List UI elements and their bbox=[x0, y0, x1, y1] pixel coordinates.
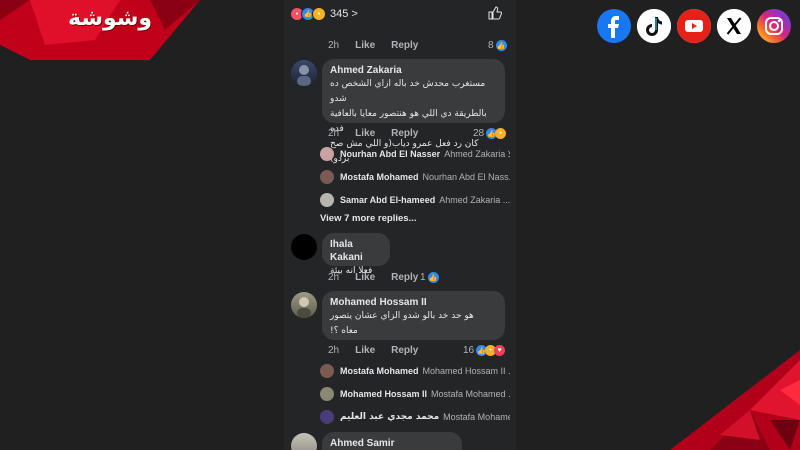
avatar bbox=[320, 170, 334, 184]
like-reaction-icon: 👍 bbox=[427, 272, 439, 283]
haha-reaction-icon: • bbox=[312, 7, 326, 21]
comment-author[interactable]: Ahmed Samir bbox=[330, 437, 454, 450]
reply-text: Mostafa Mohamed ... bbox=[431, 389, 510, 399]
avatar[interactable] bbox=[291, 60, 317, 86]
like-thumb-icon[interactable] bbox=[488, 6, 503, 25]
x-icon[interactable] bbox=[717, 9, 751, 43]
comment-time: 2h bbox=[328, 128, 340, 139]
avatar[interactable] bbox=[291, 433, 317, 450]
comment-author[interactable]: Ahmed Zakaria bbox=[330, 64, 497, 77]
comment-actions: 2h Like Reply bbox=[328, 345, 434, 356]
reply-button[interactable]: Reply bbox=[391, 345, 418, 356]
reply-button[interactable]: Reply bbox=[391, 272, 418, 283]
like-button[interactable]: Like bbox=[355, 272, 375, 283]
love-reaction-icon: ♥ bbox=[494, 345, 506, 356]
site-logo: وشوشة bbox=[68, 6, 153, 31]
reply-text: Nourhan Abd El Nass... bbox=[422, 172, 510, 182]
reply-author: Nourhan Abd El Nasser bbox=[340, 149, 441, 159]
post-reactions-bar: • 👍 • 345 > bbox=[284, 0, 516, 28]
comment-time: 2h bbox=[328, 272, 340, 283]
reply-author: Mostafa Mohamed bbox=[340, 366, 419, 376]
comment-actions: 2h Like Reply bbox=[328, 128, 434, 139]
facebook-icon[interactable] bbox=[597, 9, 631, 43]
instagram-icon[interactable] bbox=[757, 9, 791, 43]
reply-preview[interactable]: محمد مجدي عبد العليم Mostafa Mohamed ايو… bbox=[320, 410, 510, 424]
reply-author: Mohamed Hossam II bbox=[340, 389, 428, 399]
reaction-summary[interactable]: • 👍 • 345 > bbox=[290, 7, 358, 21]
reply-text: Mohamed Hossam II ... bbox=[422, 366, 510, 376]
facebook-comments-panel: • 👍 • 345 > 2h Like Reply 8 👍 Ahmed Zaka… bbox=[284, 0, 516, 450]
red-mosaic-decoration bbox=[670, 350, 800, 450]
youtube-icon[interactable] bbox=[677, 9, 711, 43]
reply-preview[interactable]: Mostafa Mohamed Mohamed Hossam II ... bbox=[320, 364, 510, 378]
avatar[interactable] bbox=[291, 234, 317, 260]
reaction-count: 345 bbox=[330, 8, 349, 20]
comment-text-line: هو حد خد بالو شدو الزاي عشان يتصور bbox=[330, 311, 474, 321]
avatar bbox=[320, 147, 334, 161]
reply-author: محمد مجدي عبد العليم bbox=[340, 412, 440, 422]
like-button[interactable]: Like bbox=[355, 40, 375, 51]
reply-preview[interactable]: Samar Abd El-hameed Ahmed Zakaria ... bbox=[320, 193, 510, 207]
reply-text: Ahmed Zakaria لا... bbox=[444, 148, 510, 159]
avatar bbox=[320, 387, 334, 401]
chevron-right-icon: > bbox=[351, 8, 358, 20]
comment-bubble: Ahmed Zakaria مستغرب محدش خد باله ازاي ا… bbox=[322, 59, 505, 164]
view-more-replies-link[interactable]: View 7 more replies... bbox=[320, 213, 416, 224]
reply-preview[interactable]: Nourhan Abd El Nasser Ahmed Zakaria لا..… bbox=[320, 147, 510, 161]
comment-actions: 2h Like Reply bbox=[328, 272, 434, 283]
comment-time: 2h bbox=[328, 345, 340, 356]
reply-author: Samar Abd El-hameed bbox=[340, 195, 436, 205]
comment-bubble: Ihala Kakani فعلا انه بيئة bbox=[322, 233, 390, 276]
reply-author: Mostafa Mohamed bbox=[340, 172, 419, 182]
reply-text: Mostafa Mohamed ايو... bbox=[443, 411, 510, 422]
comment-text-line: مستغرب محدش خد باله ازاي الشخص ده شدو bbox=[330, 79, 486, 104]
haha-reaction-icon: • bbox=[495, 128, 507, 139]
avatar bbox=[320, 193, 334, 207]
like-button[interactable]: Like bbox=[355, 128, 375, 139]
reply-button[interactable]: Reply bbox=[391, 128, 418, 139]
comment-actions: 2h Like Reply bbox=[328, 40, 434, 51]
reply-text: Ahmed Zakaria ... bbox=[439, 195, 510, 205]
tiktok-icon[interactable] bbox=[637, 9, 671, 43]
comment-like-count: 1 👍 bbox=[420, 272, 439, 283]
reply-preview[interactable]: Mostafa Mohamed Nourhan Abd El Nass... bbox=[320, 170, 510, 184]
reply-button[interactable]: Reply bbox=[391, 40, 418, 51]
comment-bubble: Ahmed Samir bbox=[322, 432, 462, 450]
avatar bbox=[320, 364, 334, 378]
comment-author[interactable]: Ihala Kakani bbox=[330, 238, 382, 264]
comment-time: 2h bbox=[328, 40, 340, 51]
comment-text-line: معاه ؟! bbox=[330, 326, 358, 336]
avatar bbox=[320, 410, 334, 424]
comment-bubble: Mohamed Hossam II هو حد خد بالو شدو الزا… bbox=[322, 291, 505, 340]
avatar[interactable] bbox=[291, 292, 317, 318]
comment-author[interactable]: Mohamed Hossam II bbox=[330, 296, 497, 309]
like-button[interactable]: Like bbox=[355, 345, 375, 356]
reply-preview[interactable]: Mohamed Hossam II Mostafa Mohamed ... bbox=[320, 387, 510, 401]
comment-like-count: 28 👍 • bbox=[473, 128, 507, 139]
comment-like-count: 8 👍 bbox=[488, 40, 507, 51]
comment-like-count: 16 👍 • ♥ bbox=[463, 345, 506, 356]
like-reaction-icon: 👍 bbox=[495, 40, 507, 51]
